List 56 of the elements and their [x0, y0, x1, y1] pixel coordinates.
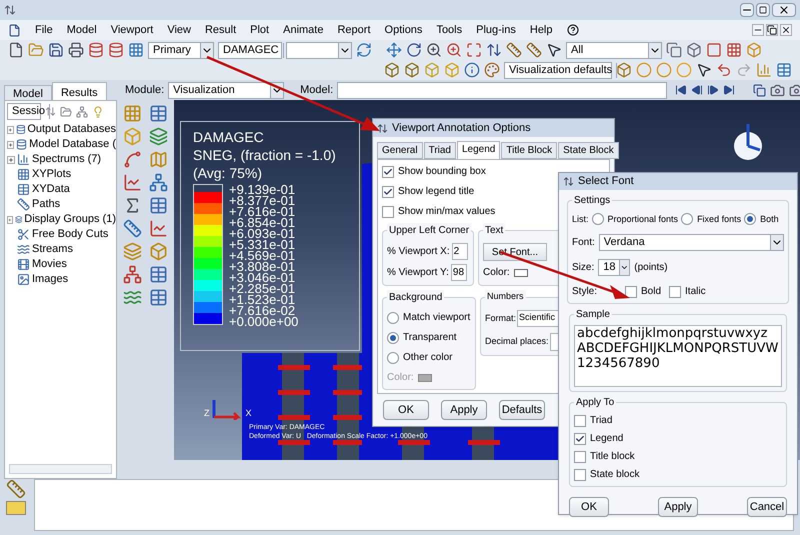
- field-label: Format:: [485, 312, 516, 325]
- module-label: Module:: [125, 82, 164, 98]
- field-label: Color:: [483, 266, 510, 280]
- field-label: Style:: [572, 285, 598, 299]
- unit-label: (points): [634, 261, 668, 275]
- legend-title: (Avg: 75%): [193, 164, 263, 182]
- checkbox-label: Title block: [590, 450, 635, 464]
- radio-label: Proportional fonts: [608, 212, 678, 226]
- checkbox-label: Bold: [641, 285, 662, 299]
- legend-value: +5.331e-01: [229, 239, 296, 250]
- legend-value: +6.854e-01: [229, 217, 296, 228]
- legend-value: +7.616e-01: [229, 206, 296, 217]
- group-title: Settings: [572, 192, 612, 208]
- checkbox-label: Show bounding box: [398, 165, 486, 179]
- field-label: % Viewport Y:: [387, 266, 449, 280]
- group-title: Upper Left Corner: [387, 223, 472, 238]
- legend-title: DAMAGEC: [193, 128, 265, 146]
- field-label: List:: [572, 212, 589, 226]
- model-label: Model:: [300, 82, 334, 98]
- field-label: Size:: [572, 261, 594, 275]
- legend-value: +3.808e-01: [229, 261, 296, 272]
- sample-text: 1234567890: [577, 356, 661, 371]
- legend-value: +1.523e-01: [229, 294, 296, 305]
- radio-label: Fixed fonts: [697, 212, 742, 226]
- checkbox-label: Show legend title: [398, 185, 474, 199]
- radio-label: Match viewport: [403, 311, 470, 325]
- checkbox-label: Show min/max values: [398, 205, 496, 219]
- radio-label: Other color: [403, 351, 452, 365]
- checkbox-label: Triad: [590, 414, 612, 428]
- field-label: Decimal places:: [485, 335, 549, 348]
- dialog-title: Select Font: [578, 174, 635, 189]
- radio-label: Both: [760, 212, 779, 226]
- legend-value: +7.616e-02: [229, 305, 296, 316]
- dialog-title: Viewport Annotation Options: [392, 120, 532, 136]
- legend-value: +2.285e-01: [229, 283, 296, 294]
- legend-value: +0.000e+00: [229, 316, 298, 327]
- sample-text: abcdefghijklmonpqrstuvwxyz: [577, 326, 768, 341]
- legend-value: +4.569e-01: [229, 250, 296, 261]
- legend-value: +3.046e-01: [229, 272, 296, 283]
- triad-axis-label: Z: [204, 406, 210, 420]
- group-title: Apply To: [574, 395, 616, 410]
- legend-value: +8.377e-01: [229, 195, 296, 206]
- sample-text: ABCDEFGHIJKLMONPQRSTUVW: [577, 341, 779, 356]
- field-label: % Viewport X:: [387, 245, 450, 259]
- checkbox-label: Italic: [685, 285, 706, 299]
- radio-label: Transparent: [403, 331, 457, 345]
- checkbox-label: Legend: [590, 432, 624, 446]
- field-label: Font:: [572, 236, 595, 250]
- triad-axis-label: X: [246, 406, 252, 420]
- legend-value: +6.093e-01: [229, 228, 296, 239]
- group-title: Sample: [574, 307, 612, 322]
- legend-value: +9.139e-01: [229, 184, 296, 195]
- legend-title: SNEG, (fraction = -1.0): [193, 146, 337, 164]
- checkbox-label: State block: [590, 468, 640, 482]
- group-title: Background: [387, 290, 444, 305]
- field-label: Color:: [387, 371, 414, 385]
